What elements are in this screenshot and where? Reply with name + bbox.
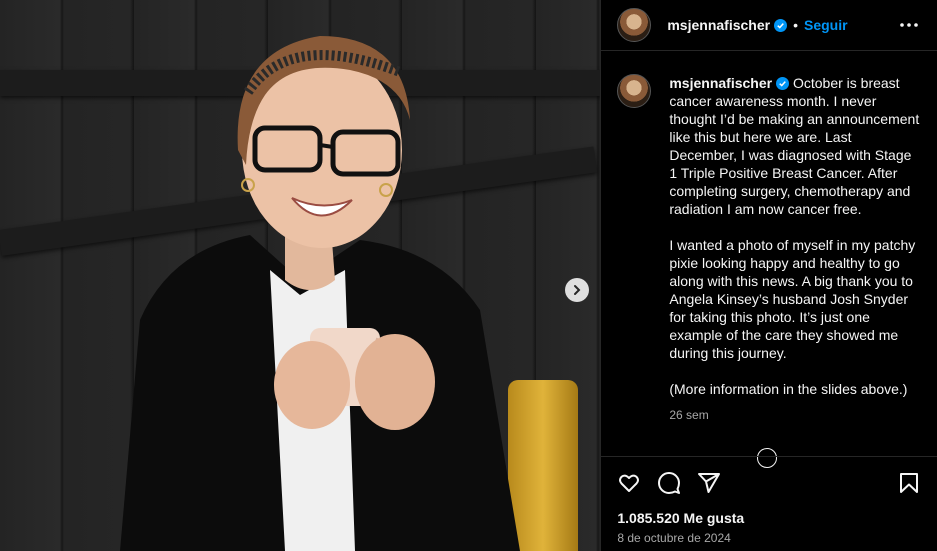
- post-header: msjennafischer • Seguir: [601, 0, 937, 51]
- heart-icon: [619, 474, 640, 492]
- separator-dot: •: [793, 17, 798, 33]
- likes-count[interactable]: 1.085.520 Me gusta: [617, 510, 744, 526]
- header-username[interactable]: msjennafischer: [667, 17, 770, 33]
- caption-username[interactable]: msjennafischer: [669, 75, 772, 91]
- avatar[interactable]: [617, 8, 652, 42]
- next-slide-button[interactable]: [565, 278, 589, 302]
- verified-badge-icon: [776, 77, 790, 90]
- caption-avatar[interactable]: [617, 74, 652, 108]
- caption-text: msjennafischer October is breast cancer …: [669, 74, 921, 424]
- post-time-ago[interactable]: 26 sem: [669, 406, 921, 424]
- comment-button[interactable]: [657, 471, 681, 495]
- save-button[interactable]: [897, 471, 921, 495]
- share-icon: [698, 473, 721, 493]
- caption-paragraph-2: I wanted a photo of myself in my patchy …: [669, 237, 920, 361]
- caption-paragraph-3: (More information in the slides above.): [669, 381, 908, 397]
- more-options-icon: [900, 23, 918, 27]
- action-bar: [601, 456, 937, 509]
- chevron-right-icon: [574, 285, 581, 295]
- more-options-button[interactable]: [897, 13, 921, 37]
- bookmark-icon: [900, 473, 918, 493]
- portrait-illustration: [120, 36, 520, 551]
- caption-body-1: October is breast cancer awareness month…: [669, 75, 924, 217]
- share-button[interactable]: [697, 471, 721, 495]
- post-dialog: msjennafischer • Seguir msjennafischer O…: [0, 0, 937, 551]
- post-side-panel: msjennafischer • Seguir msjennafischer O…: [600, 0, 937, 551]
- follow-button[interactable]: Seguir: [804, 17, 848, 33]
- post-date: 8 de octubre de 2024: [617, 531, 731, 545]
- comment-icon: [658, 472, 681, 494]
- like-button[interactable]: [617, 471, 641, 495]
- caption: msjennafischer October is breast cancer …: [617, 74, 921, 424]
- caption-paragraph-1: msjennafischer October is breast cancer …: [669, 74, 921, 218]
- verified-badge-icon: [774, 18, 788, 32]
- post-photo: [0, 0, 601, 551]
